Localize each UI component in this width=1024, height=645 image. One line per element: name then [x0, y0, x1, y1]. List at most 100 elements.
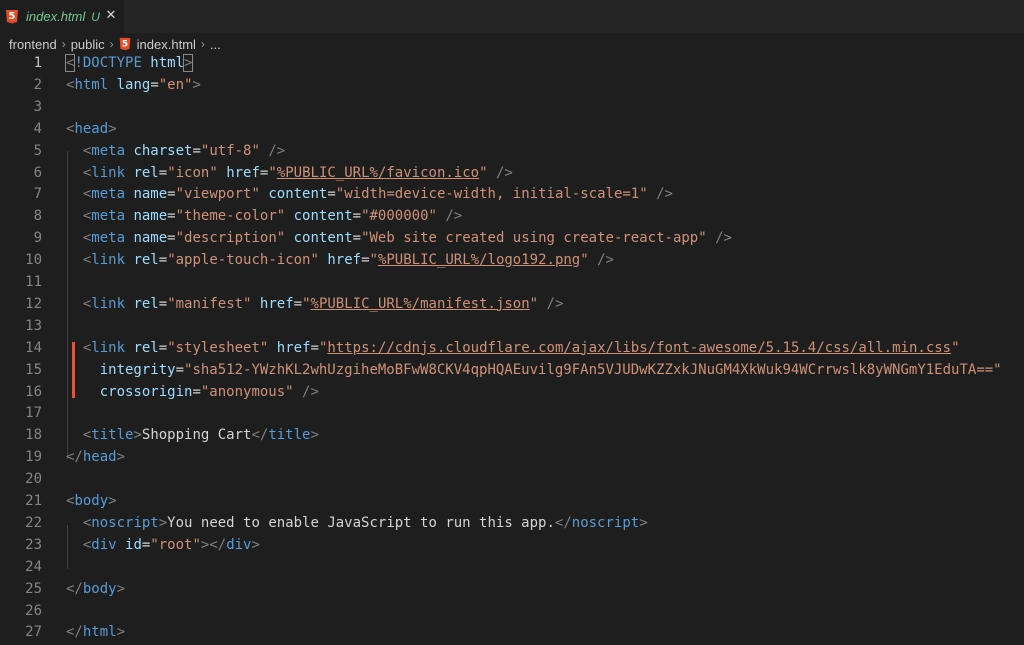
- code-line[interactable]: 23 <div id="root"></div>: [0, 534, 1024, 556]
- code-token: rel: [133, 252, 159, 269]
- breadcrumb-item-frontend[interactable]: frontend: [9, 37, 57, 52]
- code-line[interactable]: 14 <link rel="stylesheet" href="https://…: [0, 337, 1024, 359]
- code-line[interactable]: 25 </body>: [0, 578, 1024, 600]
- code-token: "width=device-width, initial-scale=1": [335, 186, 648, 203]
- code-token: crossorigin: [99, 383, 193, 400]
- code-token: =: [167, 230, 176, 247]
- code-token: />: [293, 383, 319, 400]
- code-token: >: [639, 514, 648, 531]
- line-number: 18: [25, 427, 42, 444]
- code-token: =: [158, 164, 168, 181]
- code-line[interactable]: 8 <meta name="theme-color" content="#000…: [0, 205, 1024, 227]
- code-text: <link rel="manifest" href="%PUBLIC_URL%/…: [66, 293, 564, 315]
- code-text: </html>: [66, 621, 125, 643]
- code-line[interactable]: 13: [0, 315, 1024, 337]
- code-token: noscript: [91, 514, 159, 531]
- code-token: content: [293, 208, 353, 225]
- code-token: >: [192, 76, 201, 93]
- code-token: href: [226, 164, 260, 181]
- html5-icon: 5: [6, 9, 18, 24]
- line-number: 2: [33, 76, 42, 93]
- chevron-right-icon: ›: [61, 37, 66, 51]
- code-token: title: [91, 427, 134, 444]
- tab-index-html[interactable]: 5 index.html U ✕: [0, 0, 124, 33]
- code-line[interactable]: 9 <meta name="description" content="Web …: [0, 227, 1024, 249]
- code-line[interactable]: 24: [0, 556, 1024, 578]
- code-line[interactable]: 11: [0, 271, 1024, 293]
- breadcrumb-item-file[interactable]: index.html: [137, 37, 196, 52]
- code-token: >: [116, 624, 126, 641]
- code-token: "root": [150, 536, 201, 553]
- code-token: =: [327, 186, 336, 203]
- code-line[interactable]: 17: [0, 402, 1024, 424]
- code-token: link: [91, 252, 126, 269]
- code-line[interactable]: 15 integrity="sha512-YWzhKL2whUzgiheMoBF…: [0, 359, 1024, 381]
- code-text: <link rel="stylesheet" href="https://cdn…: [66, 337, 960, 359]
- code-token: >: [133, 427, 142, 444]
- code-token: https://cdnjs.cloudflare.com/ajax/libs/f…: [327, 339, 952, 356]
- line-number: 26: [25, 602, 42, 619]
- code-token: html: [74, 76, 109, 93]
- code-token: meta: [91, 230, 126, 247]
- code-token: body: [82, 580, 117, 597]
- code-token: "viewport": [175, 186, 260, 203]
- code-line[interactable]: 7 <meta name="viewport" content="width=d…: [0, 183, 1024, 205]
- code-token: >: [116, 449, 126, 466]
- close-icon[interactable]: ✕: [104, 8, 118, 24]
- breadcrumb-item-public[interactable]: public: [71, 37, 105, 52]
- code-line[interactable]: 20: [0, 468, 1024, 490]
- line-number: 8: [33, 208, 42, 225]
- code-token: div: [226, 536, 252, 553]
- code-token: =: [192, 383, 201, 400]
- code-token: </: [554, 514, 572, 531]
- code-token: =: [167, 186, 176, 203]
- code-token: link: [91, 339, 126, 356]
- code-token: </: [251, 427, 269, 444]
- code-line[interactable]: 22 <noscript>You need to enable JavaScri…: [0, 512, 1024, 534]
- code-token: href: [327, 252, 362, 269]
- code-line[interactable]: 1 <!DOCTYPE html>: [0, 52, 1024, 74]
- code-token: %PUBLIC_URL%/logo192.png: [377, 252, 581, 269]
- code-token: link: [91, 164, 126, 181]
- code-line[interactable]: 12 <link rel="manifest" href="%PUBLIC_UR…: [0, 293, 1024, 315]
- code-line[interactable]: 3: [0, 96, 1024, 118]
- code-text: <link rel="apple-touch-icon" href="%PUBL…: [66, 249, 614, 271]
- code-line[interactable]: 26: [0, 600, 1024, 622]
- code-line[interactable]: 19 </head>: [0, 446, 1024, 468]
- code-token: =: [158, 295, 168, 312]
- code-token: html: [82, 624, 117, 641]
- breadcrumb-item-symbols[interactable]: ...: [210, 37, 221, 52]
- code-line[interactable]: 10 <link rel="apple-touch-icon" href="%P…: [0, 249, 1024, 271]
- line-number: 23: [25, 536, 42, 553]
- code-line[interactable]: 27 </html>: [0, 621, 1024, 643]
- code-text: crossorigin="anonymous" />: [66, 381, 319, 403]
- code-token: >: [182, 54, 194, 72]
- code-line[interactable]: 4 <head>: [0, 118, 1024, 140]
- code-line[interactable]: 2 <html lang="en">: [0, 74, 1024, 96]
- chevron-right-icon: ›: [200, 37, 205, 51]
- code-line[interactable]: 21 <body>: [0, 490, 1024, 512]
- line-number: 19: [25, 449, 42, 466]
- line-number: 17: [25, 405, 42, 422]
- code-text: <title>Shopping Cart</title>: [66, 424, 319, 446]
- code-token: html: [150, 55, 185, 71]
- code-line[interactable]: 5 <meta charset="utf-8" />: [0, 140, 1024, 162]
- line-number: 20: [25, 471, 42, 488]
- code-line[interactable]: 18 <title>Shopping Cart</title>: [0, 424, 1024, 446]
- code-token: "icon": [167, 164, 218, 181]
- code-token: =: [352, 208, 362, 225]
- code-line[interactable]: 16 crossorigin="anonymous" />: [0, 381, 1024, 403]
- code-token: rel: [133, 164, 159, 181]
- code-line[interactable]: 6 <link rel="icon" href="%PUBLIC_URL%/fa…: [0, 162, 1024, 184]
- code-token: head: [82, 449, 117, 466]
- code-token: >: [108, 493, 117, 509]
- code-token: "description": [175, 230, 286, 247]
- code-editor[interactable]: 1 <!DOCTYPE html> 2 <html lang="en"> 3 4 <head…: [0, 52, 1024, 645]
- code-token: />: [487, 164, 513, 181]
